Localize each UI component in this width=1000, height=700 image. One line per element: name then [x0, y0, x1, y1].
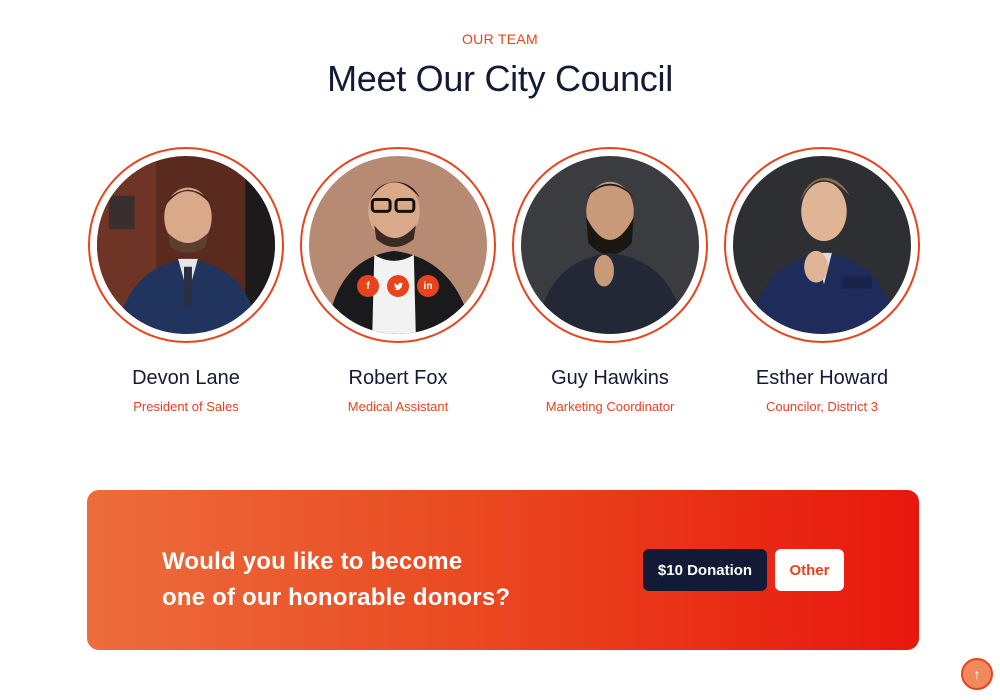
donation-banner: Would you like to become one of our hono… [87, 490, 919, 650]
member-name: Guy Hawkins [551, 367, 669, 389]
member-photo [733, 156, 911, 334]
member-name: Esther Howard [755, 367, 889, 389]
donation-prompt: Would you like to become one of our hono… [162, 544, 510, 616]
section-eyebrow: OUR TEAM [461, 31, 539, 47]
avatar-ring [88, 147, 284, 343]
member-role: Councilor, District 3 [766, 399, 878, 414]
social-links: f in [298, 275, 498, 297]
avatar-ring [724, 147, 920, 343]
member-role: Medical Assistant [347, 399, 449, 414]
avatar-ring [512, 147, 708, 343]
section-title: Meet Our City Council [327, 58, 673, 99]
donation-prompt-line-1: Would you like to become [162, 548, 463, 575]
team-member-card: Guy Hawkins Marketing Coordinator [510, 147, 710, 414]
team-member-card: Devon Lane President of Sales [86, 147, 286, 414]
twitter-icon[interactable] [387, 275, 409, 297]
member-name: Devon Lane [132, 367, 240, 389]
member-photo [97, 156, 275, 334]
member-role: President of Sales [133, 399, 239, 414]
team-member-card: Esther Howard Councilor, District 3 [722, 147, 922, 414]
donation-prompt-line-2: one of our honorable donors? [162, 584, 511, 611]
avatar-ring: f in [300, 147, 496, 343]
facebook-icon[interactable]: f [357, 275, 379, 297]
member-photo [309, 156, 487, 334]
member-photo [521, 156, 699, 334]
back-to-top-button[interactable]: ↑ [961, 658, 993, 690]
donate-10-button[interactable]: $10 Donation [643, 549, 767, 591]
arrow-up-icon: ↑ [973, 666, 981, 682]
member-role: Marketing Coordinator [545, 399, 675, 414]
team-member-card: f in Robert Fox Medical Assistant [298, 147, 498, 414]
team-grid: Devon Lane President of Sales f in Rober… [86, 147, 920, 417]
other-amount-button[interactable]: Other [775, 549, 844, 591]
linkedin-icon[interactable]: in [417, 275, 439, 297]
member-name: Robert Fox [348, 367, 448, 389]
